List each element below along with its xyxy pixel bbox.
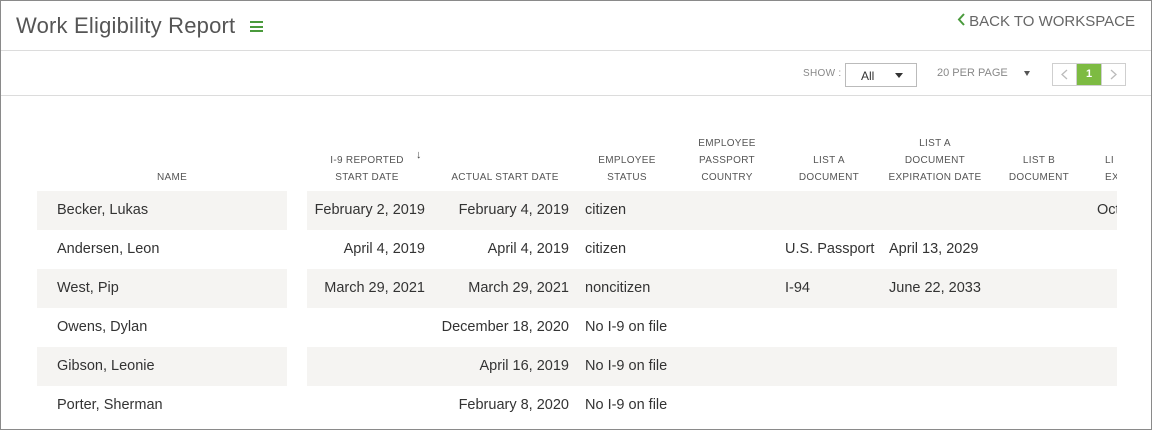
table-row[interactable]: Porter, Sherman February 8, 2020 No I-9 … xyxy=(37,386,1117,425)
list-a-document: U.S. Passport xyxy=(785,241,875,257)
report-table: NAME I-9 REPORTED START DATE ↓ ACTUAL ST… xyxy=(37,126,1117,429)
previous-page-button[interactable] xyxy=(1053,64,1077,85)
report-toolbar: SHOW : All 20 PER PAGE 1 xyxy=(1,51,1151,96)
sort-descending-icon[interactable]: ↓ xyxy=(416,149,422,161)
column-header-actual-start-date[interactable]: ACTUAL START DATE xyxy=(441,126,569,186)
column-header-label: START DATE xyxy=(335,172,399,183)
row-stripe xyxy=(307,269,1117,308)
column-header-list-a-document[interactable]: LIST A DOCUMENT xyxy=(789,126,869,186)
employee-name[interactable]: Becker, Lukas xyxy=(57,191,148,230)
page-title: Work Eligibility Report xyxy=(16,13,236,38)
column-header-label: I-9 REPORTED xyxy=(330,155,404,166)
reported-start-date xyxy=(307,347,425,386)
show-filter-value: All xyxy=(861,69,875,83)
actual-start-date: December 18, 2020 xyxy=(441,319,569,335)
chevron-left-icon xyxy=(957,13,965,29)
list-a-document: I-94 xyxy=(785,280,810,296)
actual-start-date: February 8, 2020 xyxy=(458,397,569,413)
column-header-list-c[interactable]: LI EX xyxy=(1105,126,1117,186)
column-header-name-label: NAME xyxy=(156,172,188,183)
column-header-label: DOCUMENT xyxy=(798,172,860,183)
row-stripe xyxy=(307,347,1117,386)
reported-start-date xyxy=(307,386,425,425)
column-header-label: COUNTRY xyxy=(701,172,753,183)
list-a-expiration-date xyxy=(889,347,983,386)
list-a-expiration-date xyxy=(889,308,983,347)
list-a-expiration-date: June 22, 2033 xyxy=(889,280,981,296)
employee-status: No I-9 on file xyxy=(585,358,668,374)
column-header-label: EMPLOYEE xyxy=(698,138,756,149)
actual-start-date: March 29, 2021 xyxy=(468,280,569,296)
page-number-button[interactable]: 1 xyxy=(1077,64,1101,85)
reported-start-date: April 4, 2019 xyxy=(343,241,425,257)
hamburger-menu-icon[interactable] xyxy=(250,21,263,32)
employee-status: noncitizen xyxy=(585,280,651,296)
table-row[interactable]: Becker, Lukas February 2, 2019 February … xyxy=(37,191,1117,230)
column-header-label: PASSPORT xyxy=(699,155,755,166)
employee-name[interactable]: Andersen, Leon xyxy=(57,230,159,269)
column-header-label: EX xyxy=(1105,172,1117,183)
column-header-passport-country[interactable]: EMPLOYEE PASSPORT COUNTRY xyxy=(687,126,767,186)
actual-start-date: April 16, 2019 xyxy=(479,358,569,374)
pagination: 1 xyxy=(1052,63,1126,86)
next-page-button[interactable] xyxy=(1101,64,1125,85)
employee-status: No I-9 on file xyxy=(585,319,668,335)
list-a-expiration-date: April 13, 2029 xyxy=(889,241,979,257)
column-header-label: LIST A xyxy=(813,155,845,166)
reported-start-date xyxy=(307,308,425,347)
column-header-name[interactable]: NAME xyxy=(37,126,307,186)
column-header-label: DOCUMENT xyxy=(1008,172,1070,183)
back-to-workspace-label: BACK TO WORKSPACE xyxy=(969,13,1135,30)
chevron-left-icon xyxy=(1061,69,1068,80)
list-a-expiration-date xyxy=(889,191,983,230)
table-row[interactable]: West, Pip March 29, 2021 March 29, 2021 … xyxy=(37,269,1117,308)
column-header-label: EXPIRATION DATE xyxy=(888,172,982,183)
list-a-expiration-date xyxy=(889,386,983,425)
column-header-label: ACTUAL START DATE xyxy=(451,172,559,183)
per-page-caret-icon[interactable] xyxy=(1024,71,1030,76)
employee-name[interactable]: Porter, Sherman xyxy=(57,386,163,425)
chevron-right-icon xyxy=(1110,69,1117,80)
column-header-label: DOCUMENT xyxy=(904,155,966,166)
column-header-label: EMPLOYEE xyxy=(598,155,656,166)
actual-start-date: February 4, 2019 xyxy=(458,202,569,218)
table-row[interactable]: Gibson, Leonie April 16, 2019 No I-9 on … xyxy=(37,347,1117,386)
column-header-reported-start-date[interactable]: I-9 REPORTED START DATE xyxy=(317,126,417,186)
column-header-label: LI xyxy=(1105,155,1114,166)
page-header: Work Eligibility Report BACK TO WORKSPAC… xyxy=(1,1,1151,51)
reported-start-date: February 2, 2019 xyxy=(314,202,425,218)
show-filter-select[interactable]: All xyxy=(845,63,917,87)
column-header-label: LIST A xyxy=(919,138,951,149)
employee-name[interactable]: Owens, Dylan xyxy=(57,308,147,347)
employee-name[interactable]: Gibson, Leonie xyxy=(57,347,155,386)
employee-status: citizen xyxy=(585,202,627,218)
employee-name[interactable]: West, Pip xyxy=(57,269,119,308)
show-filter-label: SHOW : xyxy=(803,68,842,79)
per-page-select[interactable]: 20 PER PAGE xyxy=(937,67,1008,79)
column-header-employee-status[interactable]: EMPLOYEE STATUS xyxy=(587,126,667,186)
reported-start-date: March 29, 2021 xyxy=(324,280,425,296)
employee-status: No I-9 on file xyxy=(585,397,668,413)
list-c-value: Oct xyxy=(1097,202,1117,218)
table-row[interactable]: Andersen, Leon April 4, 2019 April 4, 20… xyxy=(37,230,1117,269)
table-row[interactable]: Owens, Dylan December 18, 2020 No I-9 on… xyxy=(37,308,1117,347)
column-header-label: LIST B xyxy=(1022,155,1056,166)
row-stripe xyxy=(307,191,1117,230)
report-window: Work Eligibility Report BACK TO WORKSPAC… xyxy=(0,0,1152,430)
column-header-label: STATUS xyxy=(607,172,647,183)
actual-start-date: April 4, 2019 xyxy=(487,241,569,257)
employee-status: citizen xyxy=(585,241,627,257)
column-header-list-a-expiration-date[interactable]: LIST A DOCUMENT EXPIRATION DATE xyxy=(885,126,985,186)
caret-down-icon xyxy=(895,73,903,78)
column-header-list-b-document[interactable]: LIST B DOCUMENT xyxy=(999,126,1079,186)
back-to-workspace-link[interactable]: BACK TO WORKSPACE xyxy=(957,13,1135,30)
